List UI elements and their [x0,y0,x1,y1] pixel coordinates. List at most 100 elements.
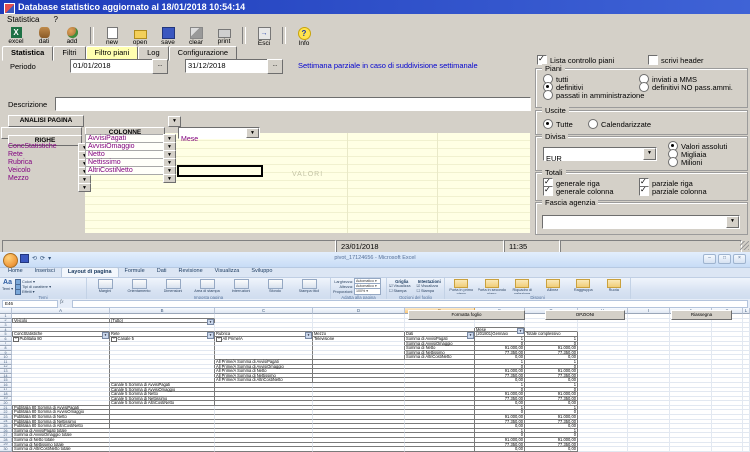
cell-G30[interactable]: 0,00 [525,447,578,452]
maximize-icon[interactable]: □ [718,254,731,264]
colonne-item-altricostinetto[interactable]: AltriCostiNetto [85,166,165,175]
sheet-button-riassegna[interactable]: Riassegna [671,310,732,320]
divisa-Milioni[interactable]: Milioni [668,157,702,167]
filter-dropdown-icon[interactable]: ▼ [305,332,312,338]
pivot-collapse-icon[interactable]: − [216,337,222,343]
ribbon-button-temi[interactable]: AaTemi ▾ [2,279,13,294]
ribbon-tab-layout-di-pagina[interactable]: Layout di pagina [61,267,119,277]
ribbon-button-stampa-titoli[interactable]: Stampa titoli [293,279,325,294]
cell-A30[interactable]: Somma di AltriCostiNetto totale [12,447,110,452]
ribbon-button-porta-in-secondo-piano[interactable]: Porta in secondo piano [478,279,507,294]
ribbon-button-riquadro-di-selezione[interactable]: Riquadro di selezione [508,279,537,294]
piani-definitivi-NO-pass-ammi-[interactable]: definitivi NO pass.ammi. [639,82,733,92]
toolbar-button-info[interactable]: ?Info [290,27,318,46]
ribbon-tab-inserisci[interactable]: Inserisci [29,267,61,277]
ribbon-tab-formule[interactable]: Formule [119,267,151,277]
mese-combobox[interactable]: Mese ▼ [178,127,260,139]
mese-combobox-arrow[interactable]: ▼ [246,128,259,138]
sheet-button-formatta-foglio[interactable]: Formatta foglio [408,310,525,320]
filter-dropdown-icon[interactable]: ▼ [207,319,214,325]
date-from-input[interactable]: 01/01/2018 [70,59,156,73]
toolbar-button-excel[interactable]: Xexcel [2,27,30,46]
filter-dropdown-icon[interactable]: ▼ [517,328,524,334]
ribbon-button-raggruppa[interactable]: Raggruppa [569,279,598,294]
ribbon-button-area-di-stampa[interactable]: Area di stampa [191,279,223,294]
uscite-calendarizzate[interactable]: Calendarizzate [588,119,651,129]
divisa-combobox-arrow[interactable]: ▼ [643,148,656,160]
cell-J30[interactable] [670,447,712,452]
divisa-combobox[interactable]: EUR ▼ [543,147,657,161]
filter-dropdown-icon[interactable]: ▼ [207,332,214,338]
piani-passati-in-amministrazione[interactable]: passati in amministrazione [543,90,644,100]
totali-parziale-colonna-checkbox[interactable] [639,186,649,196]
ribbon-button-interruzioni[interactable]: Interruzioni [225,279,257,294]
ribbon-tab-visualizza[interactable]: Visualizza [209,267,246,277]
ribbon-field-value[interactable]: 100% ▾ [354,288,381,295]
sheet-button-opzioni[interactable]: OPZIONI [545,310,625,320]
toolbar-button-dati[interactable]: dati [30,27,58,46]
ribbon-button-allinea[interactable]: Allinea [539,279,568,294]
minimize-icon[interactable]: – [703,254,716,264]
totali-generale-colonna[interactable]: generale colonna [543,186,614,196]
filter-dropdown-icon[interactable]: ▼ [467,332,474,338]
cell-B30[interactable] [110,447,215,452]
righe-item-dropdown[interactable]: ▼ [78,183,91,192]
cell-D30[interactable] [313,447,405,452]
ribbon-button-orientamento[interactable]: Orientamento [123,279,155,294]
ribbon-tab-sviluppo[interactable]: Sviluppo [245,267,278,277]
cell-I30[interactable] [628,447,670,452]
piani-definitivi-NO-pass-ammi--radio[interactable] [639,82,649,92]
cell-H30[interactable] [578,447,628,452]
toolbar-button-open[interactable]: open [126,27,154,46]
ribbon-button-porta-in-primo-piano[interactable]: Porta in primo piano [447,279,476,294]
row-header-30[interactable]: 30 [0,447,12,452]
ribbon-tab-home[interactable]: Home [2,267,29,277]
date-to-browse-button[interactable]: ... [267,59,283,74]
ribbon-button-margini[interactable]: Margini [89,279,121,294]
uscite-calendarizzate-radio[interactable] [588,119,598,129]
ribbon-button-dimensioni[interactable]: Dimensioni [157,279,189,294]
menu-item-Statistica[interactable]: Statistica [0,14,46,27]
date-from-browse-button[interactable]: ... [152,59,168,74]
piani-passati-in-amministrazione-radio[interactable] [543,90,553,100]
toolbar-button-new[interactable]: new [98,27,126,46]
divisa-Milioni-radio[interactable] [668,157,678,167]
tab-statistica[interactable]: Statistica [2,46,53,61]
menu-item-[interactable]: ? [46,14,64,27]
scrivi-header-checkbox[interactable] [648,55,658,65]
toolbar-button-add[interactable]: add [58,27,86,46]
totali-parziale-colonna[interactable]: parziale colonna [639,186,707,196]
analisi-pagina-button[interactable]: ANALISI PAGINA [8,115,84,127]
name-box[interactable]: E46 [2,300,58,308]
colonne-item-dropdown[interactable]: ▼ [163,174,176,183]
scrivi-header-option[interactable]: scrivi header [648,55,704,65]
ribbon-button-sfondo[interactable]: Sfondo [259,279,291,294]
cell-K30[interactable] [712,447,743,452]
resize-grip[interactable] [740,241,749,250]
cell-L30[interactable] [743,447,750,452]
uscite-tutte-radio[interactable] [543,119,553,129]
ribbon-button-ruota[interactable]: Ruota [600,279,629,294]
date-to-input[interactable]: 31/12/2018 [185,59,271,73]
ribbon-check-stampa[interactable]: ☐ Stampa [389,289,415,294]
ribbon-check-stampa[interactable]: ☐ Stampa [417,289,443,294]
cell-F30[interactable]: 0,00 [475,447,525,452]
close-icon[interactable]: × [733,254,746,264]
fascia-agenzia-combobox-arrow[interactable]: ▼ [726,216,739,228]
cell-C30[interactable] [215,447,313,452]
toolbar-button-esci[interactable]: →Esci [250,27,278,46]
ribbon-button-effetti[interactable]: Effetti ▾ [15,289,51,294]
selected-cell[interactable] [177,165,263,177]
toolbar-button-save[interactable]: save [154,27,182,46]
fascia-agenzia-combobox[interactable]: ▼ [542,215,740,229]
pivot-collapse-icon[interactable]: − [111,337,117,343]
ribbon-tab-revisione[interactable]: Revisione [173,267,209,277]
formula-input[interactable] [72,300,748,308]
cell-E30[interactable] [405,447,475,452]
filter-dropdown-icon[interactable]: ▼ [102,332,109,338]
toolbar-button-clear[interactable]: clear [182,27,210,46]
pivot-collapse-icon[interactable]: − [13,337,19,343]
uscite-tutte[interactable]: Tutte [543,119,573,129]
analisi-pagina-dropdown[interactable]: ▼ [168,116,181,127]
toolbar-button-print[interactable]: print [210,27,238,46]
